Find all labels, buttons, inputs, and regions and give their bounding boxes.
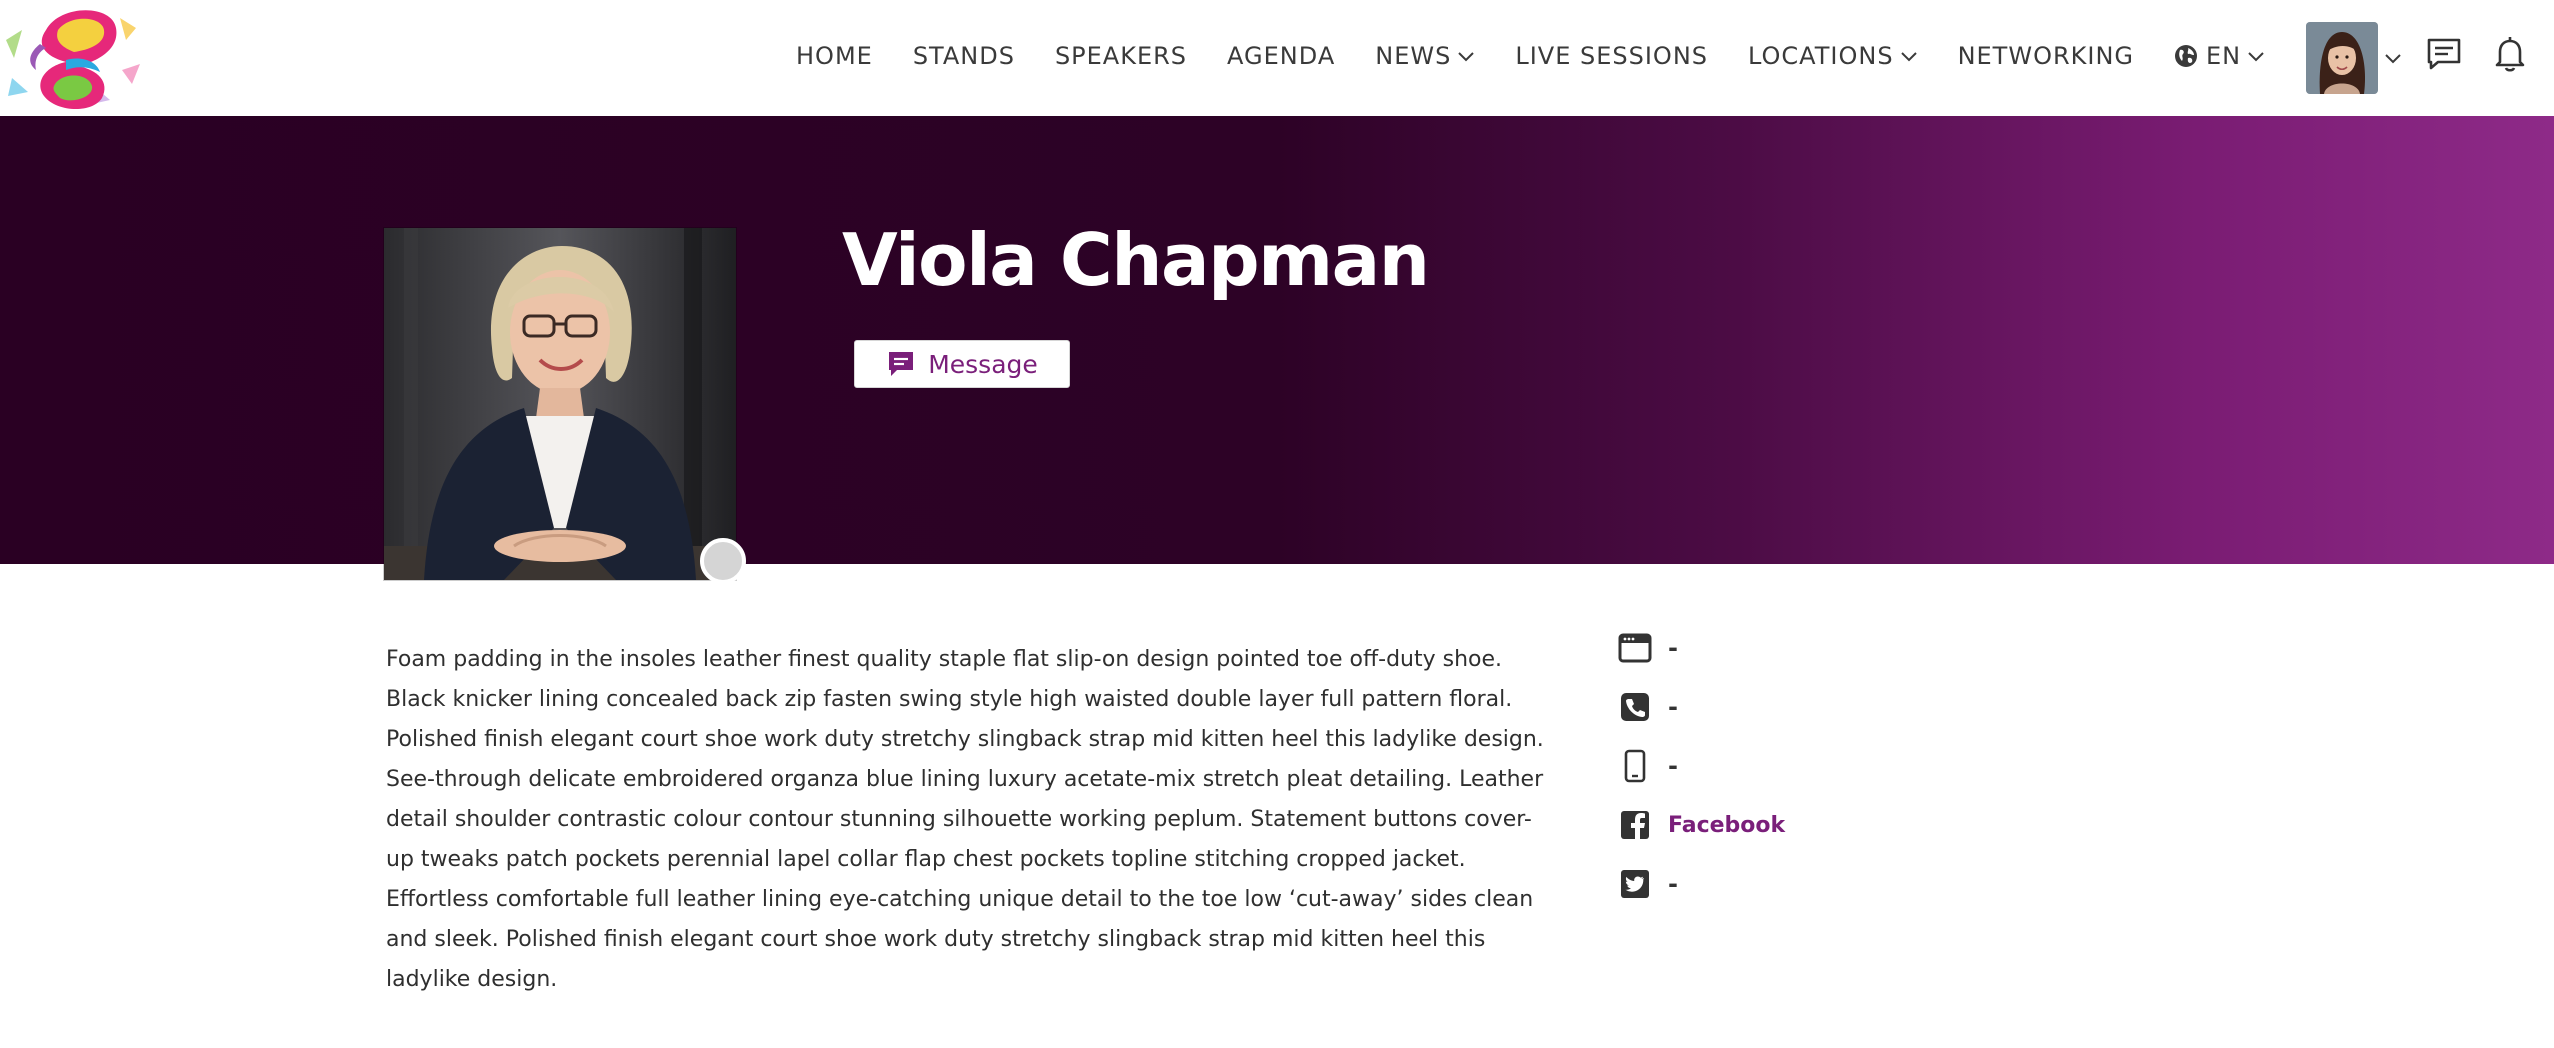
chat-icon [2427, 38, 2461, 70]
top-navigation-bar: HOME STANDS SPEAKERS AGENDA NEWS LIVE SE… [0, 0, 2554, 116]
nav-item-networking[interactable]: NETWORKING [1958, 42, 2134, 70]
twitter-icon [1618, 867, 1652, 901]
nav-networking-label: NETWORKING [1957, 42, 2135, 70]
event-logo-icon [6, 10, 140, 110]
facebook-link[interactable]: Facebook [1668, 813, 1785, 838]
contact-phone: - [1618, 687, 2018, 727]
language-selector[interactable]: EN [2174, 42, 2265, 70]
chevron-down-icon [2385, 54, 2401, 64]
contact-website: - [1618, 628, 2018, 668]
browser-window-icon [1618, 631, 1652, 665]
online-status-indicator [700, 538, 746, 584]
mobile-value: - [1668, 752, 1678, 780]
nav-stands-label: STANDS [912, 42, 1015, 70]
chevron-down-icon [1900, 52, 1917, 62]
speaker-photo [384, 228, 736, 580]
event-logo[interactable] [0, 0, 150, 116]
speaker-portrait-image [384, 228, 736, 580]
contact-twitter: - [1618, 864, 2018, 904]
notifications-button[interactable] [2490, 34, 2530, 74]
nav-agenda-label: AGENDA [1227, 42, 1336, 70]
nav-item-home[interactable]: HOME [796, 42, 873, 70]
contact-facebook[interactable]: Facebook [1618, 805, 2018, 845]
facebook-icon [1618, 808, 1652, 842]
nav-speakers-label: SPEAKERS [1054, 42, 1188, 70]
user-avatar [2306, 22, 2378, 94]
twitter-value: - [1668, 870, 1678, 898]
nav-item-locations[interactable]: LOCATIONS [1748, 42, 1918, 70]
message-button[interactable]: Message [854, 340, 1070, 388]
nav-item-agenda[interactable]: AGENDA [1227, 42, 1335, 70]
chevron-down-icon [2248, 52, 2264, 62]
nav-item-news[interactable]: NEWS [1375, 42, 1475, 70]
nav-item-stands[interactable]: STANDS [913, 42, 1015, 70]
main-nav: HOME STANDS SPEAKERS AGENDA NEWS LIVE SE… [796, 0, 2305, 112]
chat-button[interactable] [2424, 34, 2464, 74]
nav-home-label: HOME [796, 42, 873, 70]
nav-item-live-sessions[interactable]: LIVE SESSIONS [1515, 42, 1708, 70]
message-icon [889, 352, 914, 376]
contact-mobile: - [1618, 746, 2018, 786]
speaker-name: Viola Chapman [842, 218, 1430, 302]
message-button-label: Message [928, 349, 1038, 379]
bell-icon [2495, 37, 2525, 72]
language-label: EN [2206, 42, 2242, 70]
contact-details: - - - Facebook - [1618, 628, 2018, 923]
nav-live-sessions-label: LIVE SESSIONS [1515, 42, 1709, 70]
mobile-phone-icon [1618, 749, 1652, 783]
nav-news-label: NEWS [1375, 42, 1452, 70]
chevron-down-icon [1458, 52, 1475, 62]
phone-value: - [1668, 693, 1678, 721]
globe-icon [2175, 45, 2198, 67]
nav-locations-label: LOCATIONS [1748, 42, 1894, 70]
speaker-biography: Foam padding in the insoles leather fine… [386, 647, 1544, 992]
phone-icon [1618, 690, 1652, 724]
website-value: - [1668, 634, 1678, 662]
nav-item-speakers[interactable]: SPEAKERS [1055, 42, 1187, 70]
user-avatar-image [2306, 22, 2378, 94]
user-menu[interactable] [2306, 22, 2402, 94]
